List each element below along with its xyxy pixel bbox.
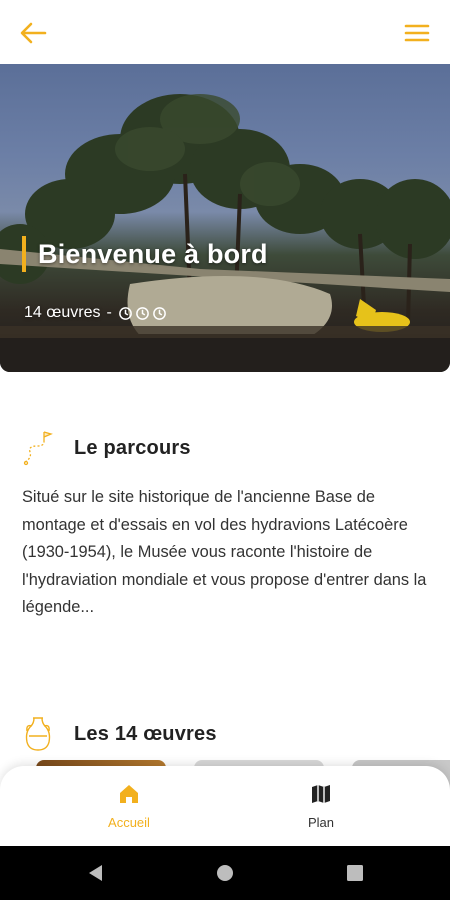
timer-icon [135,306,149,320]
title-accent-bar [22,236,26,272]
hero-banner[interactable]: Bienvenue à bord 14 œuvres - [0,64,450,372]
parcours-description: Situé sur le site historique de l'ancien… [22,488,427,616]
app-bar [0,0,450,64]
duration-indicator [118,306,167,321]
nav-label-accueil: Accueil [108,815,150,830]
timer-icon [118,306,132,320]
recents-square-icon[interactable] [344,862,366,884]
map-icon [312,785,330,803]
bottom-navigation: Accueil Plan [0,766,450,846]
hero-title: Bienvenue à bord [38,238,268,269]
hamburger-menu-icon[interactable] [402,20,432,46]
meta-separator: - [106,304,112,321]
vase-icon [25,717,51,751]
arrow-left-icon[interactable] [18,20,48,46]
parcours-title: Le parcours [74,436,191,459]
artwork-count: 14 œuvres [24,304,101,321]
hero-meta: 14 œuvres - [24,304,167,322]
route-icon [23,431,53,466]
nav-item-plan[interactable]: Plan [261,782,381,832]
back-triangle-icon[interactable] [85,862,107,884]
timer-icon [152,306,166,320]
home-icon [120,785,138,803]
home-circle-icon[interactable] [214,862,236,884]
parcours-section: Le parcours Situé sur le site historique… [22,428,428,622]
oeuvres-title: Les 14 œuvres [74,722,217,745]
hero-photo [0,94,450,372]
oeuvres-section: Les 14 œuvres [22,714,428,754]
nav-item-accueil[interactable]: Accueil [69,782,189,832]
nav-label-plan: Plan [307,815,335,830]
system-navigation-bar [0,846,450,900]
